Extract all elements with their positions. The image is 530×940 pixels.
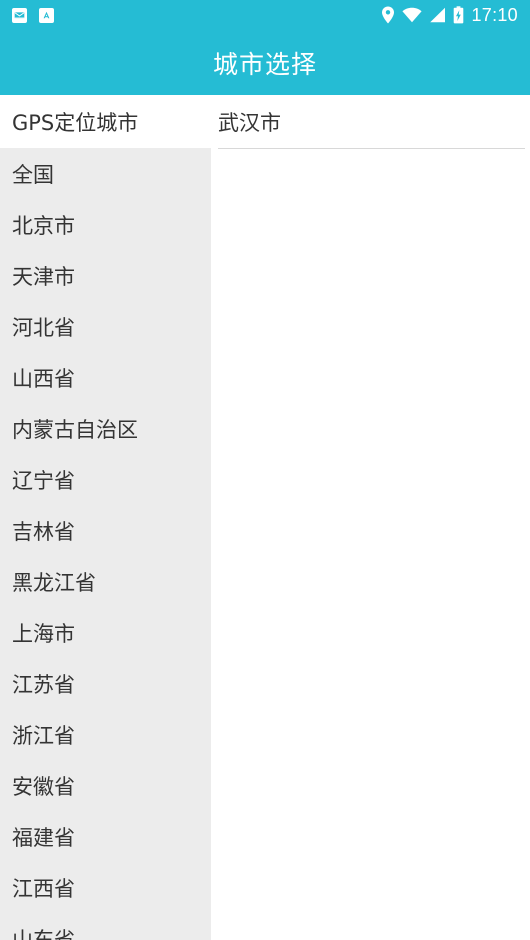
region-label: 吉林省 [12,519,75,544]
region-list-item[interactable]: 河北省 [0,301,211,352]
status-bar-notifications [12,7,54,23]
mail-notification-icon [12,7,27,23]
region-list-item[interactable]: 黑龙江省 [0,556,211,607]
app-notification-icon [39,7,54,23]
city-selection-screen: 17:10 城市选择 GPS定位城市 全国 北京市 天津市 河北省 山西省 内蒙… [0,0,530,940]
region-list-item[interactable]: 内蒙古自治区 [0,403,211,454]
page-title: 城市选择 [212,49,317,79]
region-list-item[interactable]: 安徽省 [0,760,211,811]
gps-city-row[interactable]: 武汉市 [211,95,530,148]
battery-charging-icon [453,6,464,24]
location-icon [381,6,395,24]
region-label: 安徽省 [12,774,75,799]
region-list-item[interactable]: 北京市 [0,199,211,250]
region-list-item[interactable]: 吉林省 [0,505,211,556]
region-list-item[interactable]: 山东省 [0,913,211,940]
status-bar: 17:10 [0,0,530,30]
region-list-item[interactable]: 山西省 [0,352,211,403]
region-label: 浙江省 [12,723,75,748]
region-label: 河北省 [12,315,75,340]
region-label: 天津市 [12,264,75,289]
region-label: 江西省 [12,876,75,901]
gps-location-label: GPS定位城市 [12,110,139,135]
region-panel: GPS定位城市 全国 北京市 天津市 河北省 山西省 内蒙古自治区 辽宁省 吉林… [0,95,211,940]
region-label: 北京市 [12,213,75,238]
wifi-icon [402,7,423,23]
city-panel: 武汉市 [211,95,530,940]
signal-icon [429,7,446,23]
region-list-item[interactable]: 福建省 [0,811,211,862]
region-label: 内蒙古自治区 [12,417,138,442]
gps-city-value: 武汉市 [218,110,281,135]
region-list[interactable]: 全国 北京市 天津市 河北省 山西省 内蒙古自治区 辽宁省 吉林省 黑龙江省 上… [0,148,211,940]
region-label: 黑龙江省 [12,570,96,595]
region-list-item[interactable]: 辽宁省 [0,454,211,505]
region-list-item[interactable]: 天津市 [0,250,211,301]
region-list-item[interactable]: 江西省 [0,862,211,913]
region-label: 江苏省 [12,672,75,697]
status-bar-system-icons: 17:10 [381,5,518,26]
region-label: 全国 [12,162,54,187]
app-bar: 城市选择 [0,30,530,95]
status-bar-clock: 17:10 [471,4,518,25]
city-list[interactable] [211,149,530,939]
region-list-item[interactable]: 上海市 [0,607,211,658]
region-list-item[interactable]: 江苏省 [0,658,211,709]
region-label: 山东省 [12,927,75,940]
region-list-item[interactable]: 全国 [0,148,211,199]
gps-location-row: GPS定位城市 [0,95,211,148]
content-area: GPS定位城市 全国 北京市 天津市 河北省 山西省 内蒙古自治区 辽宁省 吉林… [0,95,530,940]
region-label: 福建省 [12,825,75,850]
region-label: 辽宁省 [12,468,75,493]
region-label: 山西省 [12,366,75,391]
region-list-item[interactable]: 浙江省 [0,709,211,760]
region-label: 上海市 [12,621,75,646]
